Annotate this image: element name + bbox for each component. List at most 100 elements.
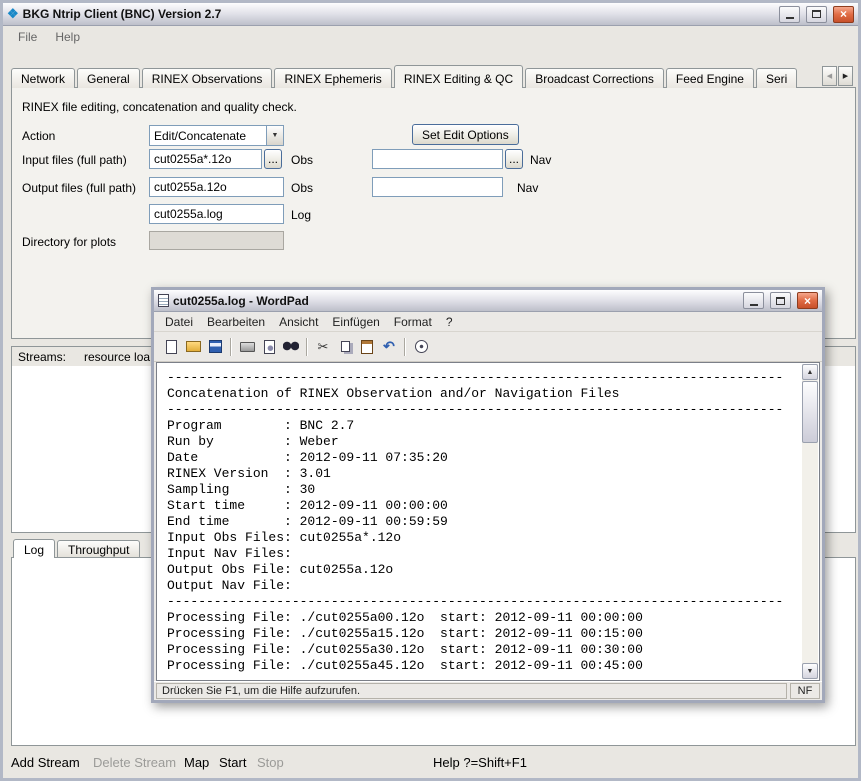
wp-menu-datei[interactable]: Datei xyxy=(158,313,200,331)
find-icon[interactable] xyxy=(281,337,301,357)
toolbar-separator xyxy=(404,338,406,356)
menu-file[interactable]: File xyxy=(9,27,46,47)
tab-feed-engine[interactable]: Feed Engine xyxy=(666,68,754,88)
minimize-icon xyxy=(750,304,758,306)
doc-line: Sampling : 30 xyxy=(167,482,801,498)
maximize-icon xyxy=(776,297,785,305)
input-obs-tag: Obs xyxy=(291,153,313,167)
close-icon: × xyxy=(804,295,811,307)
open-icon[interactable] xyxy=(183,337,203,357)
doc-line: RINEX Version : 3.01 xyxy=(167,466,801,482)
wordpad-app-icon xyxy=(158,294,169,307)
tab-scroll-right-icon[interactable]: ▶ xyxy=(838,66,853,86)
tab-scroll-left-icon[interactable]: ◀ xyxy=(822,66,837,86)
tab-general[interactable]: General xyxy=(77,68,140,88)
tab-network[interactable]: Network xyxy=(11,68,75,88)
plots-dir-label: Directory for plots xyxy=(22,235,116,249)
output-nav-field[interactable] xyxy=(372,177,503,197)
minimize-button[interactable] xyxy=(779,6,800,23)
bnc-main-window: ❖ BKG Ntrip Client (BNC) Version 2.7 × F… xyxy=(0,0,861,781)
doc-line: Run by : Weber xyxy=(167,434,801,450)
wordpad-toolbar: ✂ ↶ xyxy=(154,332,822,362)
doc-line: Processing File: ./cut0255a30.12o start:… xyxy=(167,642,801,658)
bnc-app-icon: ❖ xyxy=(7,6,19,22)
toolbar-separator xyxy=(306,338,308,356)
close-button[interactable]: × xyxy=(833,6,854,23)
output-obs-tag: Obs xyxy=(291,181,313,195)
tab-throughput[interactable]: Throughput xyxy=(57,540,140,557)
add-stream-button[interactable]: Add Stream xyxy=(11,755,80,770)
streams-label: Streams: xyxy=(18,350,66,364)
set-edit-options-button[interactable]: Set Edit Options xyxy=(412,124,519,145)
toolbar-separator xyxy=(230,338,232,356)
action-value: Edit/Concatenate xyxy=(150,129,266,143)
undo-icon[interactable]: ↶ xyxy=(379,337,399,357)
wp-menu-format[interactable]: Format xyxy=(387,313,439,331)
vertical-scrollbar[interactable]: ▲ ▼ xyxy=(802,364,818,679)
wp-menu-einfuegen[interactable]: Einfügen xyxy=(325,313,386,331)
output-obs-field[interactable] xyxy=(149,177,284,197)
wordpad-document-area[interactable]: ----------------------------------------… xyxy=(156,362,820,681)
browse-input-nav-button[interactable]: ... xyxy=(505,149,523,169)
start-button[interactable]: Start xyxy=(219,755,246,770)
cut-icon[interactable]: ✂ xyxy=(313,337,333,357)
plots-dir-field xyxy=(149,231,284,250)
wordpad-document-text[interactable]: ----------------------------------------… xyxy=(157,363,801,680)
panel-description: RINEX file editing, concatenation and qu… xyxy=(22,100,297,114)
print-icon[interactable] xyxy=(237,337,257,357)
scrollbar-thumb[interactable] xyxy=(802,381,818,443)
main-window-title: BKG Ntrip Client (BNC) Version 2.7 xyxy=(23,7,773,21)
wordpad-close-button[interactable]: × xyxy=(797,292,818,309)
output-log-field[interactable] xyxy=(149,204,284,224)
doc-line: Processing File: ./cut0255a15.12o start:… xyxy=(167,626,801,642)
doc-line: Start time : 2012-09-11 00:00:00 xyxy=(167,498,801,514)
doc-line: Date : 2012-09-11 07:35:20 xyxy=(167,450,801,466)
paste-icon[interactable] xyxy=(357,337,377,357)
doc-line: Processing File: ./cut0255a45.12o start:… xyxy=(167,658,801,674)
wp-menu-ansicht[interactable]: Ansicht xyxy=(272,313,325,331)
scroll-up-icon[interactable]: ▲ xyxy=(802,364,818,380)
wordpad-maximize-button[interactable] xyxy=(770,292,791,309)
tab-rinex-observations[interactable]: RINEX Observations xyxy=(142,68,273,88)
main-titlebar[interactable]: ❖ BKG Ntrip Client (BNC) Version 2.7 × xyxy=(3,3,858,26)
wordpad-minimize-button[interactable] xyxy=(743,292,764,309)
doc-line: ----------------------------------------… xyxy=(167,402,801,418)
tab-rinex-editing-qc[interactable]: RINEX Editing & QC xyxy=(394,65,523,88)
tab-serial[interactable]: Seri xyxy=(756,68,797,88)
wp-menu-bearbeiten[interactable]: Bearbeiten xyxy=(200,313,272,331)
main-menubar: File Help xyxy=(3,26,858,48)
map-button[interactable]: Map xyxy=(184,755,209,770)
wordpad-title: cut0255a.log - WordPad xyxy=(173,294,737,308)
wordpad-titlebar[interactable]: cut0255a.log - WordPad × xyxy=(154,290,822,312)
insert-datetime-icon[interactable] xyxy=(411,337,431,357)
action-combobox[interactable]: Edit/Concatenate ▼ xyxy=(149,125,284,146)
wp-menu-help[interactable]: ? xyxy=(439,313,460,331)
input-obs-field[interactable] xyxy=(149,149,262,169)
scroll-down-icon[interactable]: ▼ xyxy=(802,663,818,679)
save-icon[interactable] xyxy=(205,337,225,357)
input-nav-field[interactable] xyxy=(372,149,503,169)
print-preview-icon[interactable] xyxy=(259,337,279,357)
new-document-icon[interactable] xyxy=(161,337,181,357)
input-files-label: Input files (full path) xyxy=(22,153,127,167)
menu-help[interactable]: Help xyxy=(46,27,89,47)
tab-log[interactable]: Log xyxy=(13,539,55,558)
doc-line: Output Nav File: xyxy=(167,578,801,594)
doc-line: Input Obs Files: cut0255a*.12o xyxy=(167,530,801,546)
doc-line: Program : BNC 2.7 xyxy=(167,418,801,434)
action-label: Action xyxy=(22,129,55,143)
chevron-down-icon[interactable]: ▼ xyxy=(266,126,283,145)
copy-icon[interactable] xyxy=(335,337,355,357)
streams-value: resource loa xyxy=(84,350,150,364)
maximize-button[interactable] xyxy=(806,6,827,23)
input-nav-tag: Nav xyxy=(530,153,551,167)
output-log-tag: Log xyxy=(291,208,311,222)
tab-rinex-ephemeris[interactable]: RINEX Ephemeris xyxy=(274,68,391,88)
browse-input-obs-button[interactable]: ... xyxy=(264,149,282,169)
tab-broadcast-corrections[interactable]: Broadcast Corrections xyxy=(525,68,664,88)
statusbar-message: Drücken Sie F1, um die Hilfe aufzurufen. xyxy=(156,683,787,699)
log-tab-strip: Log Throughput xyxy=(13,539,142,557)
output-nav-tag: Nav xyxy=(517,181,538,195)
doc-line: ----------------------------------------… xyxy=(167,594,801,610)
doc-line: ----------------------------------------… xyxy=(167,370,801,386)
